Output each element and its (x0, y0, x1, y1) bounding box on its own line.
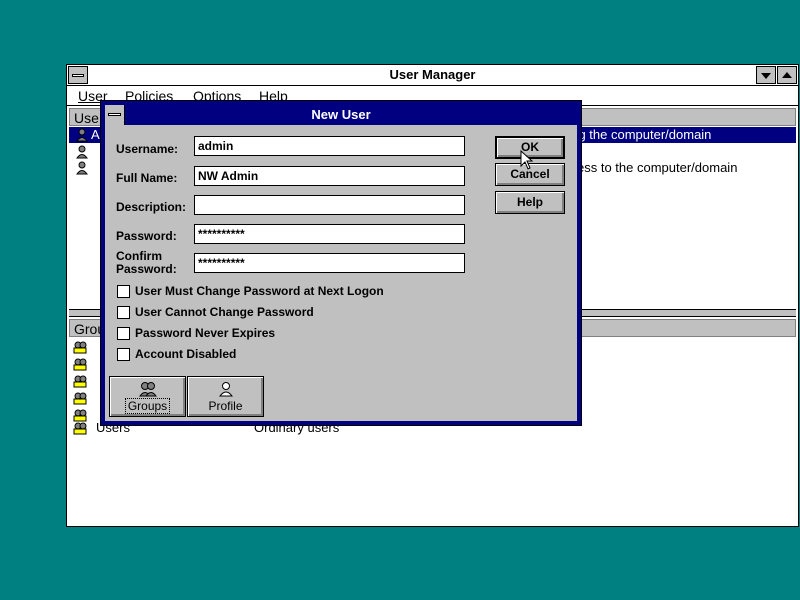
username-label: Username: (116, 142, 179, 156)
group-icon (139, 382, 157, 397)
confirm-password-label-line2: Password: (116, 262, 177, 276)
full-name-label: Full Name: (116, 171, 178, 185)
new-user-dialog: New User Username: Full Name: Descriptio… (101, 101, 581, 425)
groups-button[interactable]: Groups (109, 376, 186, 417)
checkbox-box[interactable] (117, 327, 130, 340)
profile-button-label: Profile (208, 399, 243, 413)
list-item[interactable] (69, 390, 99, 406)
confirm-password-field[interactable] (194, 253, 465, 273)
maximize-button[interactable] (777, 66, 797, 84)
checkbox-label: User Cannot Change Password (135, 305, 314, 319)
window-title: User Manager (389, 67, 476, 82)
group-icon (73, 392, 87, 405)
scroll-up-arrow-icon (782, 72, 792, 78)
minimize-button[interactable] (756, 66, 776, 84)
description-field[interactable] (194, 195, 465, 215)
checkbox-box[interactable] (117, 285, 130, 298)
group-icon (73, 341, 87, 354)
checkbox-label: User Must Change Password at Next Logon (135, 284, 384, 298)
username-field[interactable] (194, 136, 465, 156)
checkbox-box[interactable] (117, 348, 130, 361)
list-item[interactable] (69, 373, 99, 389)
password-label: Password: (116, 229, 177, 243)
checkbox-box[interactable] (117, 306, 130, 319)
password-field[interactable] (194, 224, 465, 244)
full-name-field[interactable] (194, 166, 465, 186)
group-icon (73, 422, 87, 435)
scroll-down-arrow-icon (761, 73, 771, 79)
user-manager-titlebar[interactable]: User Manager (67, 65, 798, 86)
groups-button-label: Groups (124, 398, 171, 414)
dialog-titlebar[interactable]: New User (105, 105, 577, 125)
user-description: ess to the computer/domain (577, 160, 738, 175)
list-item[interactable] (69, 339, 99, 355)
list-item[interactable] (69, 356, 99, 372)
group-icon (73, 358, 87, 371)
user-icon (76, 128, 88, 142)
checkbox-label: Password Never Expires (135, 326, 276, 340)
checkbox-label: Account Disabled (135, 347, 237, 361)
user-icon (76, 145, 88, 159)
user-icon (76, 161, 88, 175)
help-button[interactable]: Help (495, 191, 565, 214)
profile-icon (218, 382, 234, 397)
user-description: ring the computer/domain (564, 127, 712, 142)
user-name: A (91, 127, 100, 142)
profile-button[interactable]: Profile (187, 376, 264, 417)
group-icon (73, 375, 87, 388)
dialog-title: New User (311, 107, 371, 122)
description-label: Description: (116, 200, 187, 214)
mouse-pointer-icon (520, 150, 534, 170)
